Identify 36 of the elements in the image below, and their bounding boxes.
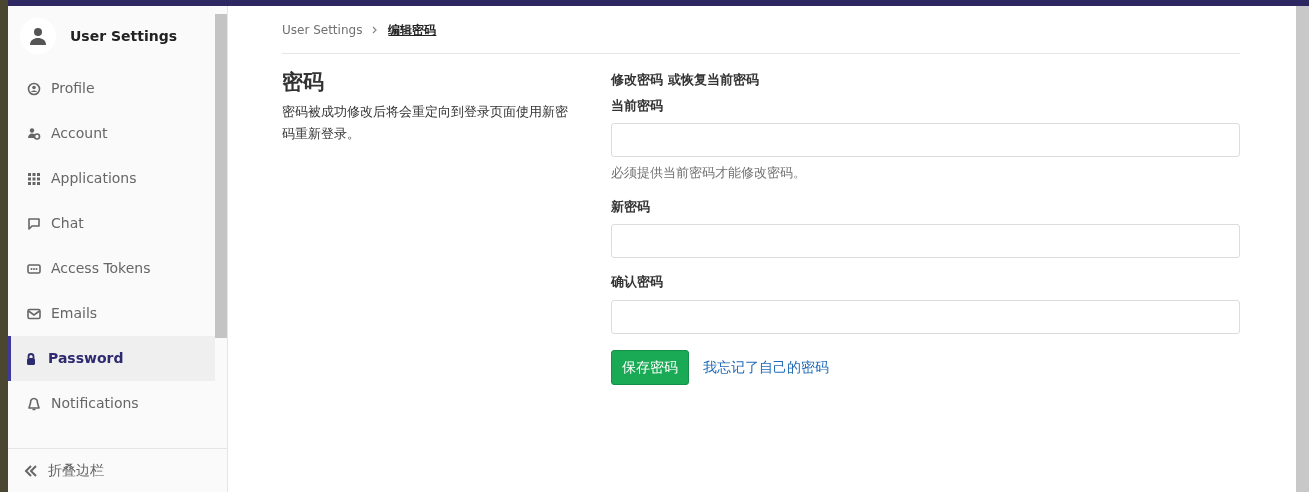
sidebar-item[interactable]: Access Tokens (8, 246, 215, 291)
field-label: 确认密码 (611, 273, 664, 291)
save-password-button[interactable]: 保存密码 (611, 349, 689, 385)
forgot-password-link[interactable]: 我忘记了自己的密码 (703, 356, 829, 378)
double-chevron-icon (24, 463, 38, 478)
section-description: 密码被成功修改后将会重定向到登录页面使用新密码重新登录。 (282, 103, 569, 144)
form-heading: 修改密码 或恢复当前密码 (611, 71, 760, 89)
user-circle-icon (27, 81, 41, 96)
chevron-icon (372, 25, 379, 34)
token-icon (27, 261, 41, 276)
password-field[interactable] (611, 123, 1240, 157)
sidebar-item[interactable]: Profile (8, 66, 215, 111)
breadcrumb-current[interactable]: 编辑密码 (388, 20, 437, 39)
sidebar-title: User Settings (70, 26, 178, 46)
sidebar-item[interactable]: Account (8, 111, 215, 156)
chat-icon (27, 216, 41, 231)
sidebar-item[interactable]: Chat (8, 201, 215, 246)
help-text: 必须提供当前密码才能修改密码。 (611, 164, 807, 182)
grid-icon (27, 171, 41, 186)
lock-icon (24, 351, 38, 366)
sidebar-item[interactable]: Notifications (8, 381, 215, 426)
user-gear-icon (27, 126, 41, 141)
section-title: 密码 (282, 70, 325, 96)
password-field[interactable] (611, 299, 1240, 334)
scrollbar[interactable] (1296, 6, 1309, 492)
sidebar-item[interactable]: Emails (8, 291, 215, 336)
scrollbar-thumb[interactable] (215, 14, 227, 338)
bell-icon (27, 396, 41, 411)
mail-icon (27, 306, 41, 321)
avatar-icon (20, 18, 56, 54)
breadcrumb-link[interactable]: User Settings (282, 20, 363, 39)
sidebar-item[interactable]: Applications (8, 156, 215, 201)
password-field[interactable] (611, 224, 1240, 258)
field-label: 新密码 (611, 197, 651, 216)
field-label: 当前密码 (611, 96, 664, 115)
sidebar-item[interactable]: Password (8, 336, 215, 381)
